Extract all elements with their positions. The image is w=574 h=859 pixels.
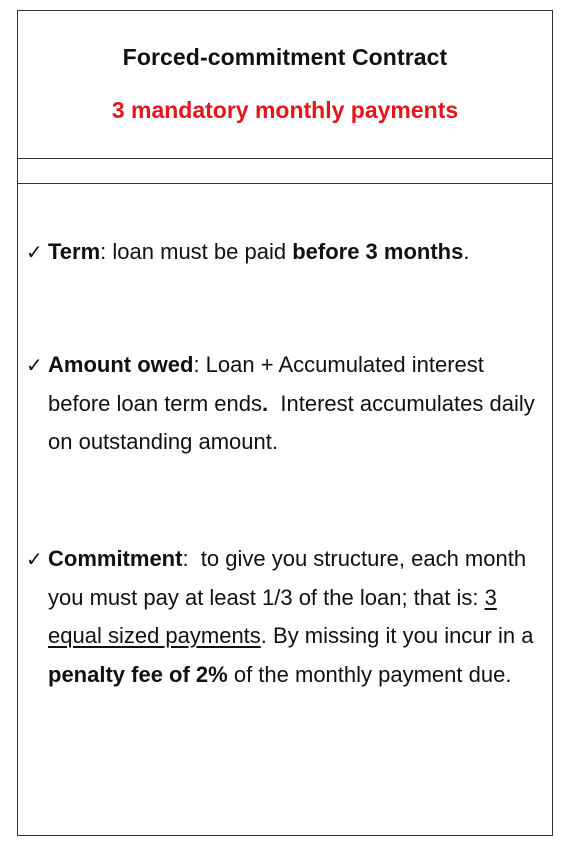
term-text-1: loan must be paid	[112, 239, 293, 264]
term-text: Term: loan must be paid before 3 months.	[48, 233, 548, 272]
commitment-text-2: . By missing it you incur in a	[260, 623, 534, 648]
term-separator: :	[100, 239, 113, 264]
contract-header: Forced-commitment Contract 3 mandatory m…	[18, 11, 552, 159]
penalty-fee: penalty fee of 2%	[48, 661, 228, 687]
commitment-separator: :	[182, 546, 201, 571]
checkmark-icon: ✓	[26, 547, 43, 571]
contract-document: Forced-commitment Contract 3 mandatory m…	[17, 10, 553, 836]
term-item: ✓ Term: loan must be paid before 3 month…	[26, 233, 548, 272]
contract-title: Forced-commitment Contract	[122, 44, 448, 70]
term-deadline: before 3 months	[292, 239, 464, 264]
commitment-text: Commitment: to give you structure, each …	[48, 540, 548, 694]
amount-owed-separator: :	[193, 352, 206, 377]
amount-owed-label: Amount owed	[48, 352, 194, 377]
commitment-label: Commitment	[48, 546, 183, 571]
commitment-text-3: of the monthly payment due.	[227, 661, 512, 687]
term-text-2: .	[463, 239, 470, 264]
checkmark-icon: ✓	[26, 240, 43, 264]
amount-owed-item: ✓ Amount owed: Loan + Accumulated intere…	[26, 346, 548, 462]
commitment-item: ✓ Commitment: to give you structure, eac…	[26, 540, 548, 694]
amount-owed-text: Amount owed: Loan + Accumulated interest…	[48, 346, 548, 462]
checkmark-icon: ✓	[26, 353, 43, 377]
contract-subtitle: 3 mandatory monthly payments	[111, 97, 459, 123]
term-label: Term	[48, 239, 101, 264]
empty-table-row	[18, 159, 552, 184]
